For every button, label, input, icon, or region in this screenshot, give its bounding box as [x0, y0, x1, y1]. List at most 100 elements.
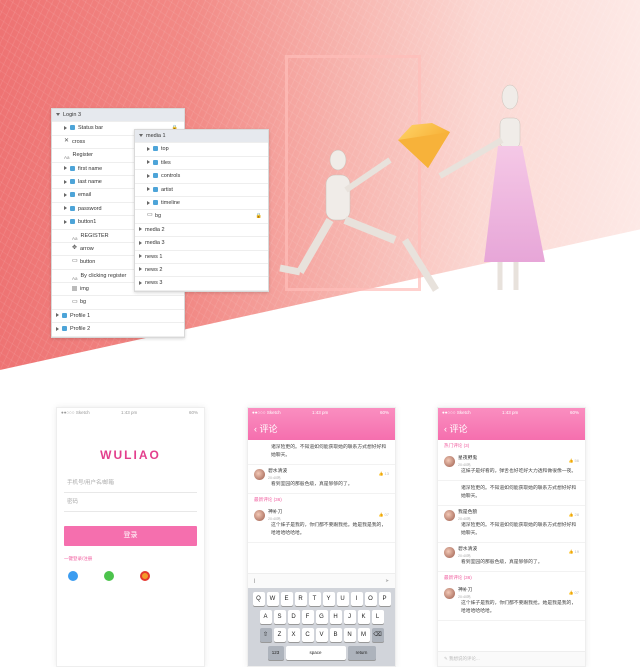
layer-row[interactable]: ▭ bg 🔒 [135, 210, 268, 224]
qq-icon[interactable] [68, 571, 78, 581]
keyboard-key[interactable]: N [343, 628, 356, 642]
keyboard-key[interactable]: L [371, 610, 384, 624]
back-arrow-icon[interactable]: ‹ [254, 424, 257, 434]
layer-group-login[interactable]: Login 3 [52, 109, 184, 123]
keyboard-key[interactable]: O [364, 592, 377, 606]
register-link[interactable]: 一键登录/注册 [64, 556, 204, 562]
avatar[interactable] [444, 588, 455, 599]
keyboard-key[interactable]: J [343, 610, 356, 624]
expand-arrow-icon[interactable] [64, 179, 67, 184]
keyboard-key[interactable]: F [301, 610, 314, 624]
latest-comments-header: 最新评论 (36) [254, 497, 282, 502]
comment-input[interactable]: ✎ 我想说的评论... [438, 651, 585, 666]
layer-row[interactable]: timeline [135, 197, 268, 211]
expand-arrow-icon[interactable] [64, 219, 67, 224]
layer-row[interactable]: top [135, 143, 268, 157]
layer-label: password [78, 205, 102, 212]
expand-arrow-icon[interactable] [147, 146, 150, 151]
expand-arrow-icon[interactable] [64, 206, 67, 211]
avatar[interactable] [444, 456, 455, 467]
keyboard-key[interactable]: V [315, 628, 328, 642]
layer-row[interactable]: Profile 1 [52, 310, 184, 324]
keyboard-key[interactable]: space [285, 646, 346, 660]
layer-row[interactable]: artist [135, 184, 268, 197]
shift-key[interactable]: ⇧ [259, 628, 272, 642]
keyboard-key[interactable]: Q [252, 592, 265, 606]
keyboard-key[interactable]: M [357, 628, 370, 642]
keyboard-key[interactable]: T [308, 592, 321, 606]
expand-arrow-icon[interactable] [139, 267, 142, 272]
login-screen: ●●○○○ Sketch 1:43 pm 60% WULIAO 手机号/用户名/… [56, 407, 205, 667]
keyboard-key[interactable]: I [350, 592, 363, 606]
hero-banner: Login 3 Status bar🔒✕crossAaRegisterfirst… [0, 0, 640, 370]
back-arrow-icon[interactable]: ‹ [444, 424, 447, 434]
keyboard-key[interactable]: 123 [267, 646, 284, 660]
comment-author: 星夜野鬼 20:40吗 [458, 456, 478, 467]
layer-row[interactable]: ▭ bg [52, 296, 184, 310]
expand-arrow-icon[interactable] [139, 254, 142, 259]
keyboard-key[interactable]: A [259, 610, 272, 624]
layer-label: arrow [80, 245, 94, 252]
like-button[interactable]: 👍 28 [568, 511, 579, 519]
like-button[interactable]: 👍 13 [378, 470, 389, 478]
username-field[interactable]: 手机号/用户名/邮箱 [64, 474, 197, 493]
avatar[interactable] [444, 510, 455, 521]
wechat-icon[interactable] [104, 571, 114, 581]
expand-arrow-icon[interactable] [139, 227, 142, 232]
expand-arrow-icon[interactable] [64, 192, 67, 197]
layer-row[interactable]: tiles [135, 157, 268, 171]
comment-input[interactable]: | ➤ [248, 573, 395, 588]
header-bar: ●●○○○ Sketch 1:43 pm 60% ‹ 评论 [248, 408, 395, 440]
keyboard-key[interactable]: H [329, 610, 342, 624]
layer-row[interactable]: news 2 [135, 264, 268, 278]
avatar[interactable] [254, 510, 265, 521]
keyboard-key[interactable]: W [266, 592, 279, 606]
like-button[interactable]: 👍 07 [568, 589, 579, 597]
keyboard-key[interactable]: E [280, 592, 293, 606]
layer-row[interactable]: news 1 [135, 251, 268, 264]
keyboard-key[interactable]: C [301, 628, 314, 642]
avatar[interactable] [444, 547, 455, 558]
lock-icon[interactable]: 🔒 [256, 210, 262, 222]
keyboard-key[interactable]: return [347, 646, 376, 660]
layer-row[interactable]: media 2 [135, 224, 268, 238]
password-field[interactable]: 密码 [64, 493, 197, 512]
login-button[interactable]: 登录 [64, 526, 197, 546]
expand-arrow-icon[interactable] [64, 125, 67, 130]
keyboard-key[interactable]: G [315, 610, 328, 624]
comments-keyboard-screen: ●●○○○ Sketch 1:43 pm 60% ‹ 评论 诸深险更的。不知道如… [247, 407, 396, 667]
keyboard-key[interactable]: K [357, 610, 370, 624]
backspace-key[interactable]: ⌫ [371, 628, 384, 642]
layer-row[interactable]: news 3 [135, 277, 268, 291]
avatar[interactable] [254, 469, 265, 480]
keyboard-key[interactable]: S [273, 610, 286, 624]
like-button[interactable]: 👍 07 [378, 511, 389, 519]
keyboard-key[interactable]: U [336, 592, 349, 606]
layer-row[interactable]: Profile 2 [52, 323, 184, 337]
expand-arrow-icon[interactable] [56, 326, 59, 331]
like-button[interactable]: 👍 19 [568, 548, 579, 556]
expand-arrow-icon[interactable] [147, 173, 150, 178]
keyboard-key[interactable]: D [287, 610, 300, 624]
expand-arrow-icon[interactable] [139, 280, 142, 285]
expand-arrow-icon[interactable] [147, 187, 150, 192]
layer-row[interactable]: media 3 [135, 237, 268, 251]
weibo-icon[interactable] [140, 571, 150, 581]
layer-label: media 2 [145, 226, 165, 233]
keyboard-key[interactable]: X [287, 628, 300, 642]
comment-text: 诸深险更的。不知道如何能获取她的联系方式想好好和她聊天。 [461, 523, 577, 536]
layer-group-media[interactable]: media 1 [135, 130, 268, 144]
expand-arrow-icon[interactable] [147, 160, 150, 165]
keyboard-key[interactable]: R [294, 592, 307, 606]
send-icon[interactable]: ➤ [385, 574, 389, 588]
expand-arrow-icon[interactable] [56, 313, 59, 318]
layer-row[interactable]: controls [135, 170, 268, 184]
keyboard-key[interactable]: P [378, 592, 391, 606]
keyboard-key[interactable]: B [329, 628, 342, 642]
expand-arrow-icon[interactable] [64, 166, 67, 171]
like-button[interactable]: 👍 56 [568, 457, 579, 465]
expand-arrow-icon[interactable] [139, 240, 142, 245]
keyboard-key[interactable]: Y [322, 592, 335, 606]
expand-arrow-icon[interactable] [147, 200, 150, 205]
keyboard-key[interactable]: Z [273, 628, 286, 642]
